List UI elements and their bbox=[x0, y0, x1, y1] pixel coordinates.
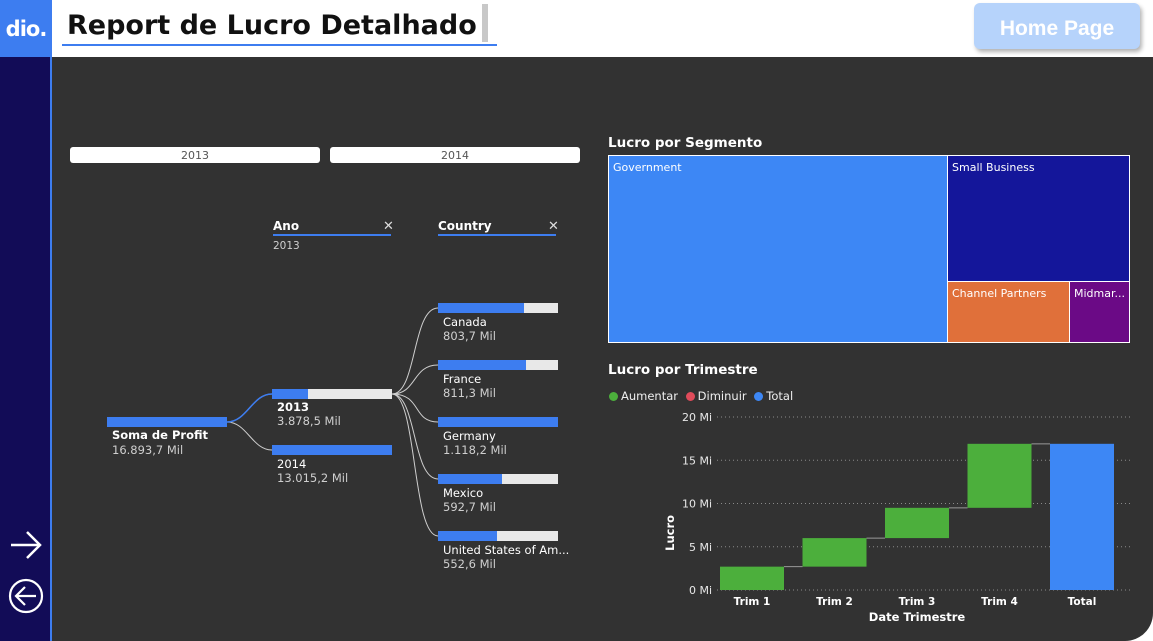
country-value: 592,7 Mil bbox=[443, 500, 496, 514]
year-value: 3.878,5 Mil bbox=[277, 414, 341, 428]
root-value: 16.893,7 Mil bbox=[112, 443, 184, 457]
country-bar-fill bbox=[438, 303, 525, 313]
arrow-right-icon[interactable] bbox=[8, 527, 44, 563]
waterfall-bar bbox=[1050, 443, 1114, 590]
treemap-cell-small-business[interactable]: Small Business bbox=[947, 155, 1130, 282]
root-bar[interactable] bbox=[107, 417, 227, 427]
country-bar-fill bbox=[438, 360, 526, 370]
treemap-cell-government[interactable]: Government bbox=[608, 155, 948, 343]
y-axis-label: Lucro bbox=[663, 515, 677, 551]
year-label: 2013 bbox=[277, 400, 310, 414]
country-bar-germany[interactable] bbox=[438, 417, 558, 427]
year-bar-fill bbox=[272, 445, 392, 455]
year-bar-fill bbox=[272, 389, 308, 399]
country-bar-fill bbox=[438, 417, 558, 427]
legend-dot bbox=[754, 392, 764, 401]
legend-label: Aumentar bbox=[621, 389, 679, 403]
waterfall-legend: Aumentar Diminuir Total bbox=[609, 389, 793, 403]
country-bar-mexico[interactable] bbox=[438, 474, 558, 484]
country-bar-canada[interactable] bbox=[438, 303, 558, 313]
country-value: 1.118,2 Mil bbox=[443, 443, 507, 457]
country-bar-usa[interactable] bbox=[438, 531, 558, 541]
waterfall-bar bbox=[885, 507, 949, 539]
x-tick-label: Trim 3 bbox=[899, 596, 936, 608]
y-tick-label: 15 Mi bbox=[682, 454, 712, 467]
legend-label: Total bbox=[766, 389, 794, 403]
country-label: Germany bbox=[443, 429, 496, 443]
title-divider bbox=[482, 4, 488, 42]
header: Report de Lucro Detalhado Home Page bbox=[52, 0, 1153, 57]
sidebar: dio. bbox=[0, 0, 52, 641]
treemap-title: Lucro por Segmento bbox=[608, 135, 763, 151]
year-label: 2014 bbox=[277, 457, 307, 471]
root-label: Soma de Profit bbox=[112, 428, 208, 442]
x-tick-label: Trim 1 bbox=[734, 596, 771, 608]
year-bar-2013[interactable] bbox=[272, 389, 392, 399]
country-bar-fill bbox=[438, 474, 502, 484]
treemap-cell-channel-partners[interactable]: Channel Partners bbox=[947, 281, 1070, 343]
x-axis-label: Date Trimestre bbox=[869, 610, 966, 624]
country-value: 811,3 Mil bbox=[443, 386, 496, 400]
country-value: 552,6 Mil bbox=[443, 557, 496, 571]
waterfall-chart: 0 Mi 5 Mi 10 Mi 15 Mi 20 Mi Trim 1 Trim 2 Trim … bbox=[663, 411, 1130, 624]
country-label: Canada bbox=[443, 315, 487, 329]
country-label: United States of Am... bbox=[443, 543, 570, 557]
country-value: 803,7 Mil bbox=[443, 329, 496, 343]
year-bar-2014[interactable] bbox=[272, 445, 392, 455]
country-bar-fill bbox=[438, 531, 497, 541]
legend-label: Diminuir bbox=[697, 389, 747, 403]
y-tick-label: 20 Mi bbox=[682, 411, 712, 424]
waterfall-bar bbox=[720, 566, 784, 590]
country-label: Mexico bbox=[443, 486, 484, 500]
country-label: France bbox=[443, 372, 482, 386]
legend-item-aumentar[interactable]: Aumentar bbox=[609, 389, 678, 403]
report-canvas: 2013 2014 Ano ✕ 2013 Country ✕ Soma de P… bbox=[52, 57, 1153, 641]
y-tick-label: 10 Mi bbox=[682, 498, 712, 511]
dio-logo: dio. bbox=[0, 0, 52, 57]
year-value: 13.015,2 Mil bbox=[277, 471, 349, 485]
treemap-cell-midmarket[interactable]: Midmar... bbox=[1069, 281, 1130, 343]
page-title: Report de Lucro Detalhado bbox=[62, 6, 497, 46]
waterfall-bar bbox=[802, 538, 867, 567]
y-tick-label: 5 Mi bbox=[689, 541, 712, 554]
x-tick-label: Trim 2 bbox=[816, 596, 853, 608]
circle-arrow-left-icon[interactable] bbox=[8, 578, 44, 614]
x-tick-label: Total bbox=[1068, 596, 1097, 608]
waterfall-title: Lucro por Trimestre bbox=[608, 362, 758, 378]
legend-item-diminuir[interactable]: Diminuir bbox=[685, 389, 747, 403]
legend-dot bbox=[609, 392, 618, 401]
x-tick-label: Trim 4 bbox=[981, 596, 1018, 608]
waterfall-bar bbox=[967, 443, 1032, 508]
home-page-button[interactable]: Home Page bbox=[974, 3, 1140, 49]
country-bar-france[interactable] bbox=[438, 360, 558, 370]
legend-dot bbox=[685, 392, 695, 401]
y-tick-label: 0 Mi bbox=[689, 584, 712, 597]
legend-item-total[interactable]: Total bbox=[754, 389, 793, 403]
